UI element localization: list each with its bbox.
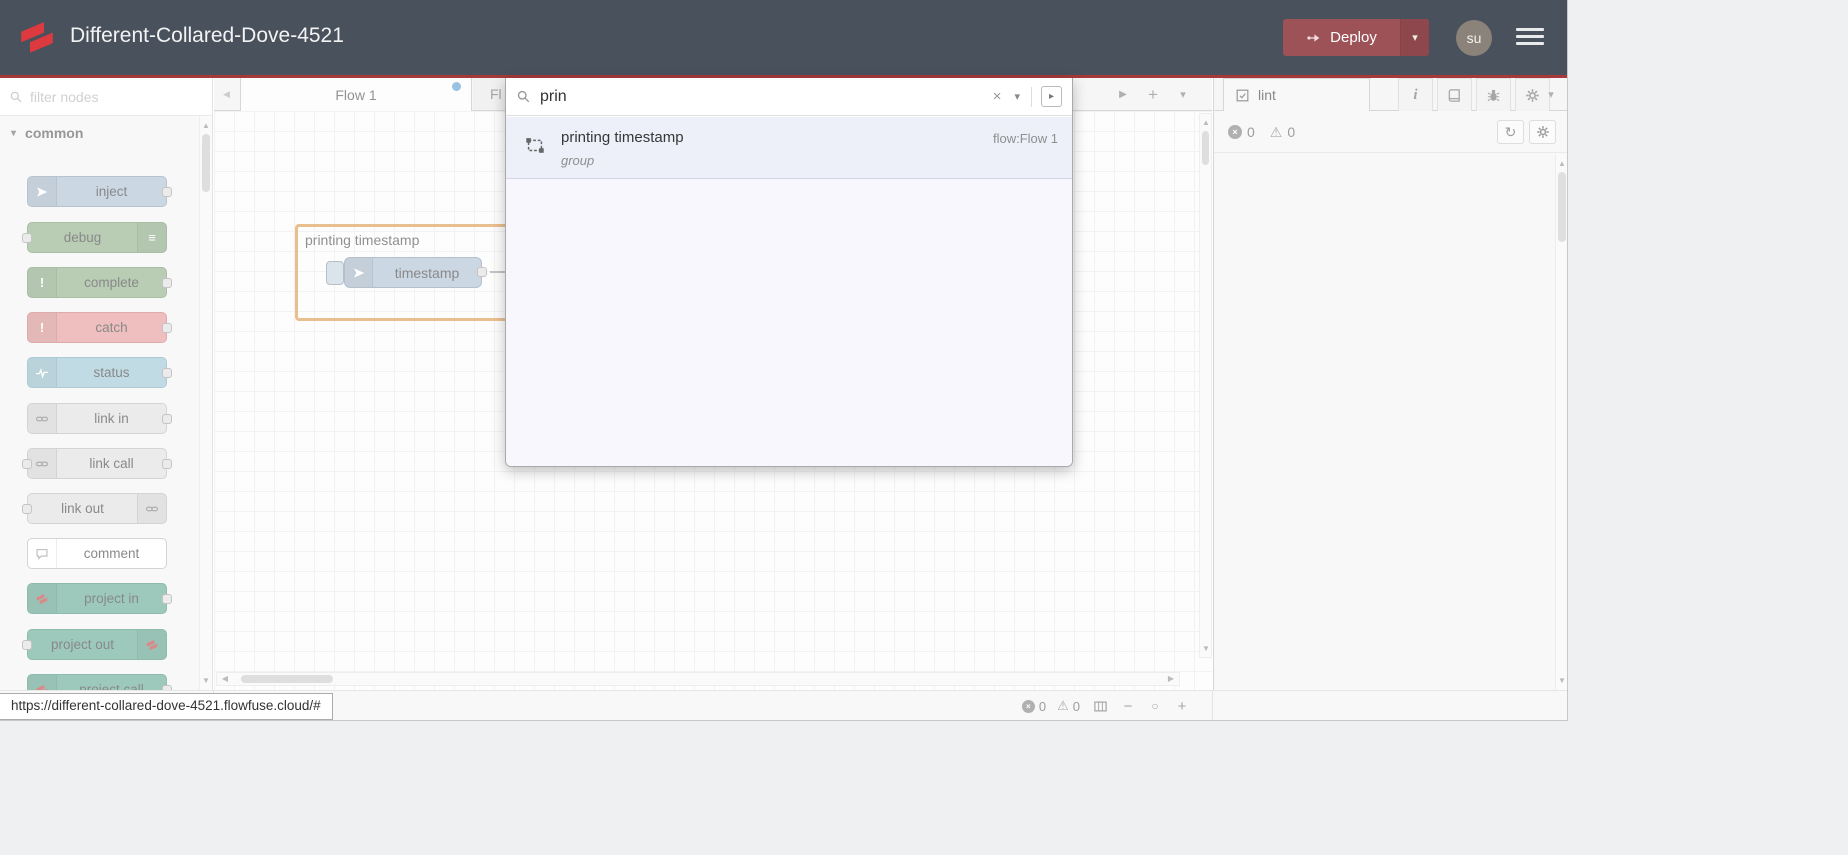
chevron-down-icon: ▾ bbox=[1412, 32, 1418, 44]
search-result-item[interactable]: printing timestamp flow:Flow 1 group bbox=[506, 117, 1072, 179]
divider bbox=[1031, 86, 1032, 107]
search-expand-button[interactable]: ▸ bbox=[1041, 86, 1062, 107]
deploy-icon bbox=[1306, 30, 1322, 46]
search-icon bbox=[516, 89, 531, 104]
node-red-editor-window: Different-Collared-Dove-4521 Deploy ▾ su… bbox=[0, 0, 1568, 721]
instance-title: Different-Collared-Dove-4521 bbox=[70, 24, 344, 47]
search-results-list: printing timestamp flow:Flow 1 group bbox=[506, 117, 1072, 466]
deploy-options-button[interactable]: ▾ bbox=[1400, 19, 1429, 56]
user-avatar[interactable]: su bbox=[1456, 20, 1492, 56]
clear-search-button[interactable]: × bbox=[991, 88, 1004, 105]
result-title: printing timestamp bbox=[561, 129, 684, 146]
browser-status-url: https://different-collared-dove-4521.flo… bbox=[0, 693, 333, 720]
deploy-button[interactable]: Deploy ▾ bbox=[1283, 19, 1429, 56]
search-dialog: × ▾ ▸ printing timestamp flow:Flow 1 gro… bbox=[505, 78, 1073, 467]
main-menu-button[interactable] bbox=[1516, 28, 1544, 48]
result-type: group bbox=[561, 153, 595, 168]
search-input[interactable] bbox=[540, 87, 982, 106]
close-icon: × bbox=[992, 88, 1002, 105]
deploy-label: Deploy bbox=[1330, 29, 1377, 46]
flowfuse-logo-icon bbox=[16, 16, 58, 58]
chevron-down-icon: ▾ bbox=[1014, 91, 1020, 103]
desktop-background: Different-Collared-Dove-4521 Deploy ▾ su… bbox=[0, 0, 1848, 855]
caret-right-icon: ▸ bbox=[1048, 91, 1055, 102]
group-icon bbox=[524, 134, 546, 156]
result-location: flow:Flow 1 bbox=[992, 131, 1058, 146]
header: Different-Collared-Dove-4521 Deploy ▾ su bbox=[0, 0, 1567, 75]
search-options-button[interactable]: ▾ bbox=[1012, 90, 1022, 103]
search-input-row: × ▾ ▸ bbox=[506, 78, 1072, 116]
